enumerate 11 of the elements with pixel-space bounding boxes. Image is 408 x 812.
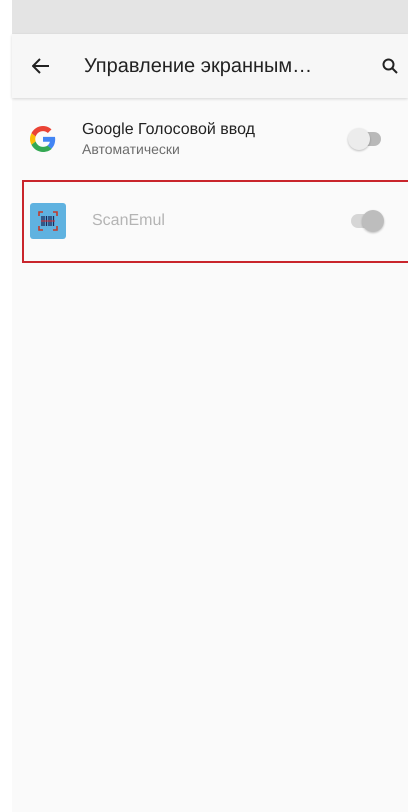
back-arrow-icon <box>32 58 50 74</box>
search-button[interactable] <box>382 58 398 74</box>
app-list-item[interactable]: Google Голосовой ввод Автоматически <box>12 98 408 180</box>
back-button[interactable] <box>32 58 50 74</box>
barcode-scanner-icon <box>30 203 66 239</box>
search-icon <box>382 58 398 74</box>
app-status: Автоматически <box>82 141 181 157</box>
screen-title: Управление экранным… <box>84 54 314 78</box>
app-name: ScanEmul <box>92 212 166 230</box>
app-name: Google Голосовой ввод <box>82 121 256 139</box>
google-logo-icon <box>30 126 56 152</box>
